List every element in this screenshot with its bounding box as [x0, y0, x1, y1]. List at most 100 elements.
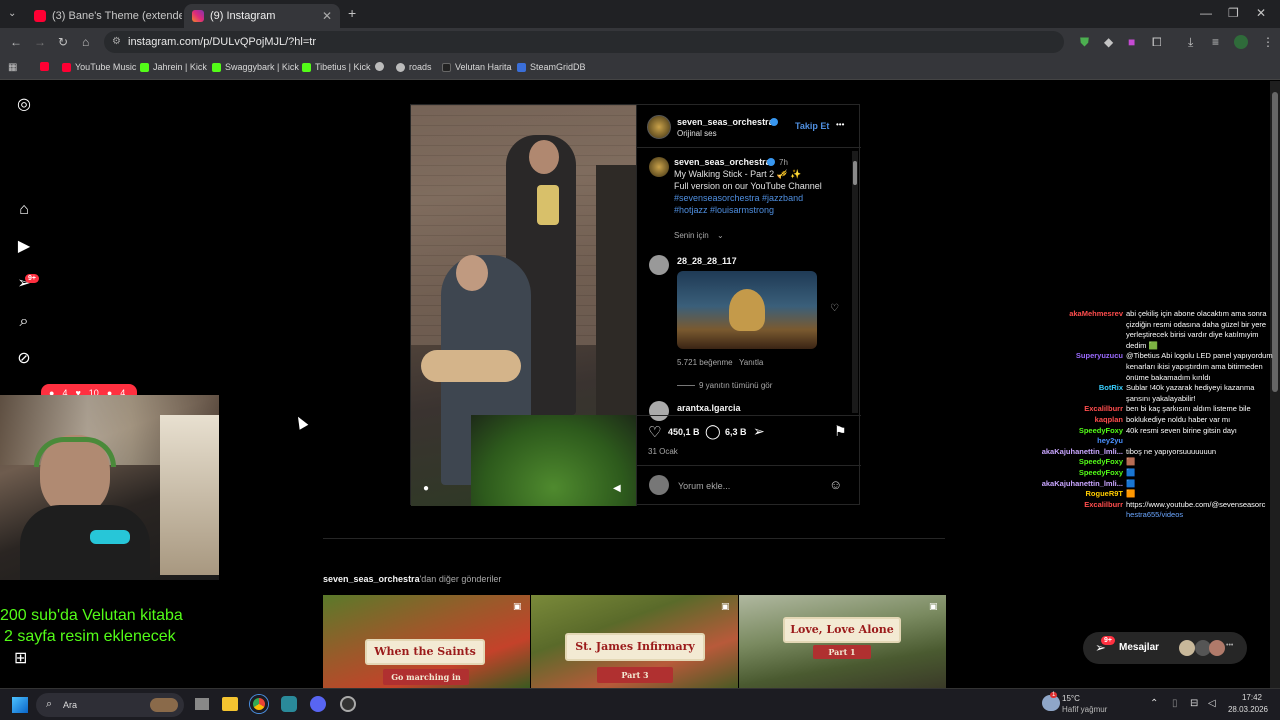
home-icon[interactable]: ⌂	[14, 200, 34, 220]
chat-username[interactable]: akaKajuhanettin_lmli...	[1030, 479, 1123, 489]
bookmark-item[interactable]: Swaggybark | Kick	[212, 62, 299, 72]
comment-like-icon[interactable]: ♡	[830, 303, 839, 314]
chat-username[interactable]: SpeedyFoxy	[1030, 457, 1123, 467]
explore-icon[interactable]: ⊘	[14, 349, 34, 369]
reel-video[interactable]: ● ◀	[411, 105, 636, 506]
bookmark-item[interactable]	[375, 62, 384, 71]
chrome-icon[interactable]	[250, 695, 268, 713]
more-posts-author[interactable]: seven_seas_orchestra	[323, 574, 420, 584]
menu-icon[interactable]: ⋮	[1262, 36, 1274, 48]
extension-shield-icon[interactable]: ⛊	[1080, 36, 1089, 48]
site-info-icon[interactable]: ⚙	[112, 36, 121, 47]
more-options-icon[interactable]: •••	[836, 120, 844, 129]
bookmark-item[interactable]: SteamGridDB	[517, 62, 586, 72]
bookmark-item[interactable]: YouTube Music	[62, 62, 136, 72]
new-tab-button[interactable]: +	[348, 6, 356, 20]
comment-icon[interactable]: ◯	[705, 423, 721, 440]
chat-username[interactable]: kaqplan	[1030, 415, 1123, 425]
chat-username[interactable]: Excalilburr	[1030, 404, 1123, 414]
author-avatar[interactable]	[647, 115, 671, 139]
forward-icon[interactable]: →	[34, 36, 46, 48]
comments-scrollbar-thumb[interactable]	[853, 161, 857, 185]
hashtags[interactable]: #hotjazz #louisarmstrong	[674, 205, 774, 215]
reading-list-icon[interactable]: ≡	[1212, 36, 1219, 48]
post-thumbnail[interactable]: ▣ When the Saints Go marching in	[323, 595, 530, 688]
extensions-puzzle-icon[interactable]: ⧠	[1152, 36, 1162, 48]
follow-button[interactable]: Takip Et	[795, 121, 829, 131]
chat-username[interactable]: BotRix	[1030, 383, 1123, 393]
post-thumbnail[interactable]: ▣ St. James Infirmary Part 3	[531, 595, 738, 688]
chat-username[interactable]: SpeedyFoxy	[1030, 468, 1123, 478]
caption-avatar[interactable]	[649, 157, 669, 177]
for-you-dropdown[interactable]: Senin için	[674, 231, 709, 240]
minimize-icon[interactable]: —	[1200, 7, 1212, 19]
tray-icon[interactable]: ▯	[1172, 698, 1178, 709]
save-icon[interactable]: ⚑	[834, 423, 847, 440]
task-view-icon[interactable]	[195, 698, 209, 710]
network-icon[interactable]: ⊟	[1190, 698, 1198, 709]
bookmark-item[interactable]: Velutan Harita	[442, 62, 512, 72]
post-thumbnail[interactable]: ▣ Love, Love Alone Part 1	[739, 595, 946, 688]
chat-username[interactable]: akaKajuhanettin_lmli...	[1030, 447, 1123, 457]
more-menu-icon[interactable]: ⊞	[14, 648, 27, 668]
tab-youtube[interactable]: (3) Bane's Theme (extended ve ✕	[26, 4, 182, 28]
reply-button[interactable]: Yanıtla	[739, 358, 763, 367]
url-text[interactable]: instagram.com/p/DULvQPojMJL/?hl=tr	[128, 36, 316, 48]
comment-count[interactable]: 6,3 B	[725, 427, 747, 437]
chevron-up-icon[interactable]: ⌃	[1150, 698, 1158, 709]
bookmark-item[interactable]: roads	[396, 62, 432, 72]
chat-username[interactable]: akaMehmesrev	[1030, 309, 1123, 319]
chat-username[interactable]: RogueR9T	[1030, 489, 1124, 499]
apps-grid-icon[interactable]: ▦	[8, 62, 17, 74]
taskbar-search[interactable]: ⌕ Ara	[36, 693, 184, 717]
clock-date[interactable]: 28.03.2026	[1222, 705, 1268, 714]
weather-desc[interactable]: Hafif yağmur	[1062, 705, 1107, 714]
home-icon[interactable]: ⌂	[82, 36, 89, 48]
clock-time[interactable]: 17:42	[1226, 693, 1262, 702]
bookmark-item[interactable]: Tibetius | Kick	[302, 62, 371, 72]
commenter-avatar[interactable]	[649, 401, 669, 421]
mute-icon[interactable]: ◀	[613, 483, 621, 494]
comment-input[interactable]: Yorum ekle...	[678, 481, 730, 491]
comment-author[interactable]: arantxa.lgarcia	[677, 403, 741, 413]
chat-username[interactable]: Superyuzucu	[1030, 351, 1123, 361]
maximize-icon[interactable]: ❐	[1228, 7, 1239, 19]
audio-label[interactable]: Orijinal ses	[677, 129, 717, 138]
caption-author[interactable]: seven_seas_orchestra	[674, 157, 771, 167]
address-bar[interactable]: ⚙ instagram.com/p/DULvQPojMJL/?hl=tr	[104, 31, 1064, 53]
hashtags[interactable]: #sevenseasorchestra #jazzband	[674, 193, 803, 203]
instagram-logo-icon[interactable]: ◎	[14, 95, 34, 115]
chat-username[interactable]: SpeedyFoxy	[1030, 426, 1123, 436]
bookmark-youtube[interactable]	[40, 62, 49, 71]
chat-username[interactable]: hey2yu	[1030, 436, 1123, 446]
comment-gif[interactable]	[677, 271, 817, 349]
download-icon[interactable]: ⤓	[1188, 36, 1193, 48]
author-handle[interactable]: seven_seas_orchestra	[677, 117, 774, 127]
scrollbar-thumb[interactable]	[1272, 92, 1278, 392]
extension-purple-icon[interactable]: ■	[1128, 36, 1135, 48]
commenter-avatar[interactable]	[649, 255, 669, 275]
like-icon[interactable]: ♡	[648, 423, 661, 441]
weather-temp[interactable]: 15°C	[1062, 694, 1080, 703]
file-explorer-icon[interactable]	[222, 697, 238, 711]
tab-search-icon[interactable]: ⌄	[8, 8, 16, 20]
volume-icon[interactable]: ◁	[1208, 698, 1216, 709]
extension-icon[interactable]: ◆	[1104, 36, 1113, 48]
start-icon[interactable]	[12, 697, 28, 713]
reload-icon[interactable]: ↻	[58, 36, 68, 48]
close-icon[interactable]: ✕	[322, 9, 332, 23]
emoji-icon[interactable]: ☺	[829, 477, 842, 492]
back-icon[interactable]: ←	[10, 36, 22, 48]
app-icon[interactable]	[281, 696, 297, 712]
like-count[interactable]: 450,1 B	[668, 427, 700, 437]
chevron-down-icon[interactable]: ⌄	[717, 231, 724, 240]
chat-username[interactable]: Excalilburr	[1030, 500, 1123, 510]
messages-button[interactable]: ➢ 9+ Mesajlar •••	[1083, 632, 1247, 664]
comments-scrollbar[interactable]	[852, 151, 858, 413]
user-tag-icon[interactable]: ●	[423, 483, 429, 494]
bookmark-item[interactable]: Jahrein | Kick	[140, 62, 207, 72]
discord-icon[interactable]	[310, 696, 326, 712]
profile-avatar[interactable]	[1234, 35, 1248, 49]
search-icon[interactable]: ⌕	[14, 312, 34, 332]
comment-likes[interactable]: 5.721 beğenme	[677, 358, 733, 367]
